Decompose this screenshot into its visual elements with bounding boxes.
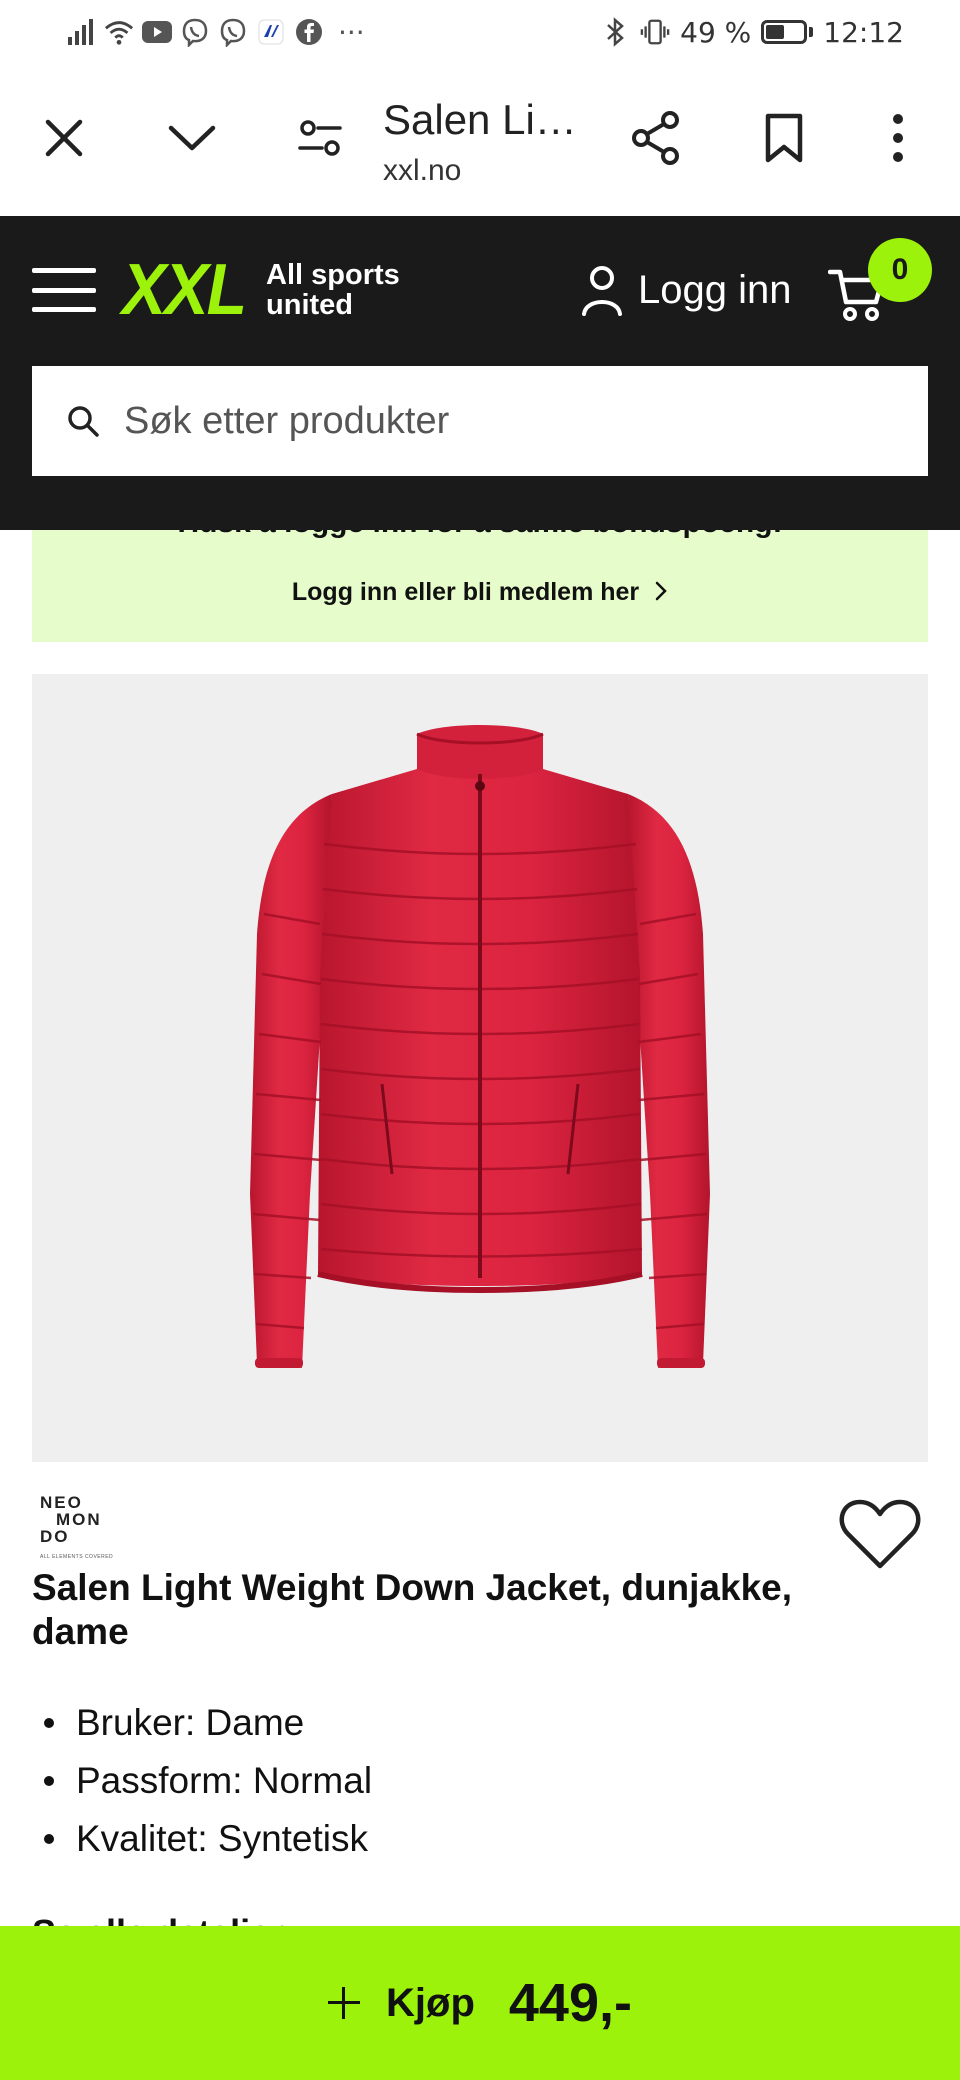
- logo-tagline: All sports united: [266, 260, 400, 320]
- login-button[interactable]: Logg inn: [580, 258, 791, 322]
- page-url[interactable]: xxl.no: [383, 154, 461, 188]
- bookmark-icon: [765, 113, 803, 163]
- share-icon: [632, 111, 679, 165]
- site-header: XXL All sports united Logg inn 0 Søk ett…: [0, 216, 960, 530]
- battery-percent: 49 %: [680, 15, 752, 49]
- product-name: Salen Light Weight Down Jacket, dunjakke…: [32, 1567, 793, 1652]
- login-promo-banner: Husk å logge inn for å samle bonuspoeng!…: [32, 530, 928, 642]
- cart-count-badge: 0: [868, 238, 932, 302]
- facebook-icon: [294, 17, 324, 47]
- status-left: ···: [66, 14, 365, 50]
- product-features: Bruker: Dame Passform: Normal Kvalitet: …: [44, 1694, 372, 1868]
- heart-icon: [839, 1499, 921, 1569]
- brand-line-3: DO: [40, 1527, 70, 1546]
- chevron-down-icon: [168, 125, 216, 151]
- signal-icon: [66, 17, 96, 47]
- bullet: [44, 1718, 54, 1728]
- tagline-line-1: All sports: [266, 259, 400, 291]
- status-right: 49 % 12:12: [600, 14, 904, 50]
- menu-icon-bar: [32, 287, 96, 293]
- app-icon: [256, 17, 286, 47]
- brand-line-1: NEO: [40, 1493, 83, 1512]
- bluetooth-icon: [600, 17, 630, 47]
- feature-text: Passform: Normal: [76, 1760, 373, 1801]
- down-jacket-image: [250, 725, 710, 1368]
- viber-icon: [180, 17, 210, 47]
- more-vert-icon: [893, 114, 903, 162]
- close-icon: [45, 119, 83, 157]
- feature-text: Bruker: Dame: [76, 1702, 305, 1743]
- plus-icon: [328, 1987, 361, 2019]
- wifi-icon: [104, 17, 134, 47]
- expand-toolbar-button[interactable]: [156, 102, 228, 174]
- vibrate-icon: [640, 17, 670, 47]
- buy-label: Kjøp: [386, 1980, 475, 2025]
- promo-link-label: Logg inn eller bli medlem her: [291, 578, 640, 606]
- more-notifications-indicator: ···: [338, 15, 365, 49]
- chevron-right-icon: [655, 581, 667, 601]
- more-options-button[interactable]: [862, 102, 934, 174]
- page-title[interactable]: Salen Li…: [383, 96, 593, 144]
- brand-line-2: MON: [56, 1510, 102, 1529]
- user-icon: [582, 266, 622, 316]
- price: 449,-: [508, 1973, 632, 2033]
- feature-item: Passform: Normal: [44, 1752, 372, 1810]
- brand-logo[interactable]: NEO MON DO ALL ELEMENTS COVERED: [40, 1494, 122, 1566]
- feature-item: Bruker: Dame: [44, 1694, 372, 1752]
- feature-text: Kvalitet: Syntetisk: [76, 1818, 369, 1859]
- promo-headline: Husk å logge inn for å samle bonuspoeng!: [32, 530, 928, 540]
- wishlist-button[interactable]: [838, 1496, 922, 1572]
- battery-fill: [766, 25, 784, 39]
- viber-icon: [218, 17, 248, 47]
- youtube-icon: [142, 17, 172, 47]
- site-settings-icon: [298, 120, 342, 156]
- tagline-line-2: united: [266, 289, 354, 321]
- browser-toolbar: Salen Li… xxl.no: [0, 66, 960, 216]
- close-tab-button[interactable]: [28, 102, 100, 174]
- logo-mark: XXL: [122, 250, 247, 330]
- promo-login-link[interactable]: Logg inn eller bli medlem her: [32, 578, 928, 607]
- product-image[interactable]: [32, 674, 928, 1462]
- buy-button[interactable]: Kjøp 449,-: [0, 1926, 960, 2080]
- share-button[interactable]: [620, 102, 692, 174]
- battery-icon: [761, 20, 814, 44]
- search-icon: [68, 406, 99, 437]
- bullet: [44, 1776, 54, 1786]
- search-placeholder: Søk etter produkter: [124, 399, 450, 442]
- site-settings-button[interactable]: [284, 102, 356, 174]
- status-bar: ··· 49 % 12:12: [0, 0, 960, 66]
- xxl-logo[interactable]: XXL All sports united: [122, 254, 400, 326]
- feature-item: Kvalitet: Syntetisk: [44, 1810, 372, 1868]
- search-input[interactable]: Søk etter produkter: [32, 366, 928, 476]
- clock: 12:12: [823, 15, 904, 49]
- bookmark-button[interactable]: [748, 102, 820, 174]
- bullet: [44, 1834, 54, 1844]
- menu-icon-bar: [32, 307, 96, 312]
- menu-button[interactable]: [32, 260, 96, 320]
- menu-icon-bar: [32, 268, 96, 273]
- login-label: Logg inn: [638, 267, 792, 312]
- brand-tagline: ALL ELEMENTS COVERED: [40, 1554, 114, 1560]
